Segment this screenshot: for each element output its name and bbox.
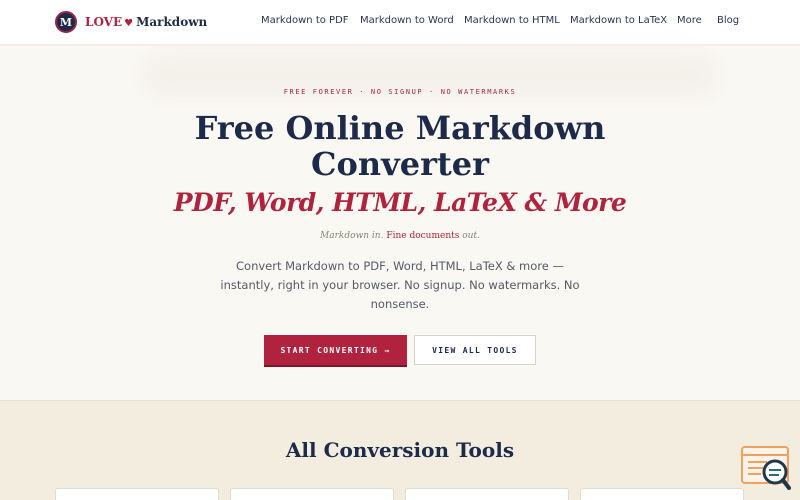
nav-more[interactable]: More — [677, 15, 702, 26]
site-header: M LOVE ♥ Markdown Markdown to PDF Markdown… — [0, 0, 800, 46]
tagline-part1: Markdown in. — [320, 231, 384, 241]
main-nav: Markdown to PDF Markdown to Word Markdow… — [0, 15, 800, 29]
nav-markdown-to-latex[interactable]: Markdown to LaTeX — [570, 15, 667, 26]
nav-blog[interactable]: Blog — [717, 15, 739, 26]
floating-search-widget[interactable] — [741, 446, 791, 490]
tool-card[interactable] — [230, 488, 394, 500]
hero-subtitle: PDF, Word, HTML, LaTeX & More — [173, 188, 627, 217]
hero-description: Convert Markdown to PDF, Word, HTML, LaT… — [220, 259, 580, 311]
view-all-tools-button[interactable]: VIEW ALL TOOLS — [414, 335, 536, 365]
nav-markdown-to-word[interactable]: Markdown to Word — [360, 15, 454, 26]
tool-card[interactable] — [405, 488, 569, 500]
tagline-part2: out. — [462, 231, 480, 241]
page-title: Free Online Markdown Converter — [194, 109, 606, 183]
tool-card[interactable] — [580, 488, 744, 500]
hero-tagline: Markdown in. Fine documents out. — [0, 231, 800, 241]
start-converting-button[interactable]: START CONVERTING → — [264, 335, 407, 365]
nav-markdown-to-pdf[interactable]: Markdown to PDF — [261, 15, 349, 26]
hero-eyebrow: FREE FOREVER · NO SIGNUP · NO WATERMARKS — [283, 88, 517, 96]
search-document-icon — [741, 446, 791, 490]
nav-markdown-to-html[interactable]: Markdown to HTML — [464, 15, 560, 26]
tools-heading: All Conversion Tools — [285, 438, 515, 462]
tool-card[interactable] — [55, 488, 219, 500]
tagline-highlight: Fine documents — [386, 231, 460, 241]
